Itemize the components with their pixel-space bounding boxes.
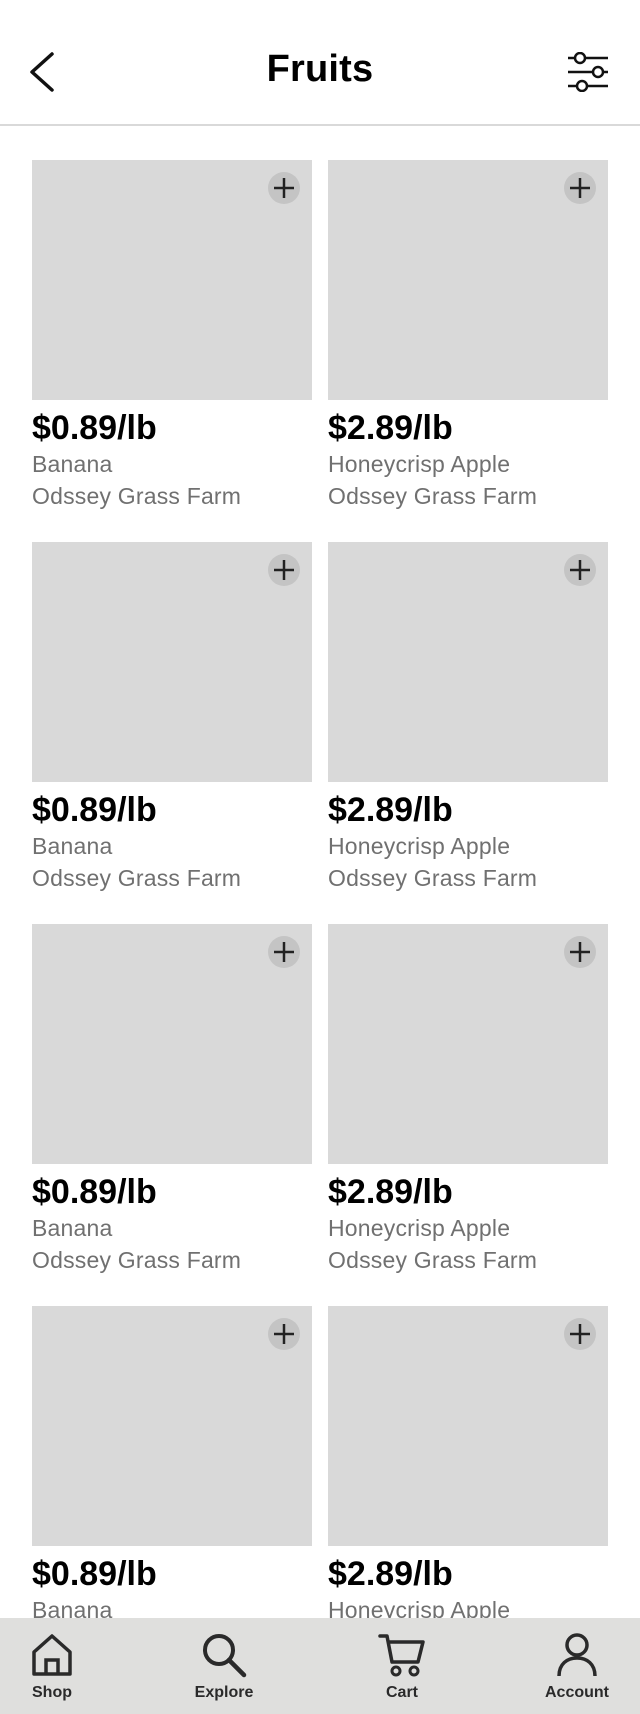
product-card[interactable]: $2.89/lb Honeycrisp Apple: [328, 1306, 608, 1626]
product-farm: Odssey Grass Farm: [328, 1247, 538, 1273]
add-to-cart-button[interactable]: [268, 554, 300, 586]
product-name: Honeycrisp Apple: [328, 451, 511, 477]
product-image: [32, 1306, 312, 1546]
home-icon: [32, 1634, 72, 1676]
product-farm: Odssey Grass Farm: [32, 865, 242, 891]
product-image: [328, 542, 608, 782]
product-price: $0.89/lb: [32, 409, 157, 447]
product-image: [32, 542, 312, 782]
product-name: Banana: [32, 833, 113, 859]
nav-label-explore: Explore: [194, 1684, 254, 1701]
product-image: [32, 924, 312, 1164]
nav-item-explore[interactable]: Explore: [169, 1618, 279, 1714]
product-name: Banana: [32, 1215, 113, 1241]
nav-item-account[interactable]: Account: [522, 1618, 632, 1714]
plus-icon: [570, 178, 590, 198]
plus-icon: [274, 178, 294, 198]
sliders-icon: [568, 51, 608, 93]
product-name: Honeycrisp Apple: [328, 833, 511, 859]
product-name: Banana: [32, 451, 113, 477]
product-price: $2.89/lb: [328, 409, 453, 447]
product-card[interactable]: $0.89/lb Banana Odssey Grass Farm: [32, 542, 312, 894]
product-price: $2.89/lb: [328, 1555, 453, 1593]
top-bar: Fruits: [0, 0, 640, 126]
product-price: $0.89/lb: [32, 1555, 157, 1593]
product-card[interactable]: $2.89/lb Honeycrisp Apple Odssey Grass F…: [328, 924, 608, 1276]
product-price: $0.89/lb: [32, 791, 157, 829]
plus-icon: [570, 1324, 590, 1344]
product-price: $2.89/lb: [328, 791, 453, 829]
user-icon: [557, 1633, 597, 1677]
add-to-cart-button[interactable]: [564, 172, 596, 204]
nav-item-cart[interactable]: Cart: [347, 1618, 457, 1714]
product-image: [328, 1306, 608, 1546]
product-card[interactable]: $2.89/lb Honeycrisp Apple Odssey Grass F…: [328, 542, 608, 894]
add-to-cart-button[interactable]: [564, 554, 596, 586]
plus-icon: [570, 942, 590, 962]
page-title: Fruits: [266, 48, 374, 90]
product-farm: Odssey Grass Farm: [32, 1247, 242, 1273]
filter-button[interactable]: [566, 51, 610, 93]
add-to-cart-button[interactable]: [268, 1318, 300, 1350]
product-farm: Odssey Grass Farm: [328, 483, 538, 509]
cart-icon: [378, 1634, 425, 1677]
product-image: [32, 160, 312, 400]
product-image: [328, 160, 608, 400]
add-to-cart-button[interactable]: [268, 936, 300, 968]
add-to-cart-button[interactable]: [564, 1318, 596, 1350]
product-image: [328, 924, 608, 1164]
nav-label-shop: Shop: [32, 1684, 72, 1701]
plus-icon: [274, 560, 294, 580]
product-farm: Odssey Grass Farm: [328, 865, 538, 891]
add-to-cart-button[interactable]: [564, 936, 596, 968]
product-farm: Odssey Grass Farm: [32, 483, 242, 509]
product-name: Honeycrisp Apple: [328, 1215, 511, 1241]
plus-icon: [274, 1324, 294, 1344]
plus-icon: [570, 560, 590, 580]
product-price: $2.89/lb: [328, 1173, 453, 1211]
product-card[interactable]: $0.89/lb Banana: [32, 1306, 312, 1626]
bottom-nav: Shop Explore Cart Account: [0, 1618, 640, 1714]
product-card[interactable]: $0.89/lb Banana Odssey Grass Farm: [32, 924, 312, 1276]
product-price: $0.89/lb: [32, 1173, 157, 1211]
search-icon: [203, 1634, 247, 1678]
nav-label-cart: Cart: [385, 1684, 418, 1701]
plus-icon: [274, 942, 294, 962]
product-card[interactable]: $0.89/lb Banana Odssey Grass Farm: [32, 160, 312, 512]
product-grid: $0.89/lb Banana Odssey Grass Farm $2.89/…: [0, 0, 640, 1714]
nav-label-account: Account: [545, 1684, 609, 1701]
product-card[interactable]: $2.89/lb Honeycrisp Apple Odssey Grass F…: [328, 160, 608, 512]
add-to-cart-button[interactable]: [268, 172, 300, 204]
nav-item-shop[interactable]: Shop: [0, 1618, 107, 1714]
